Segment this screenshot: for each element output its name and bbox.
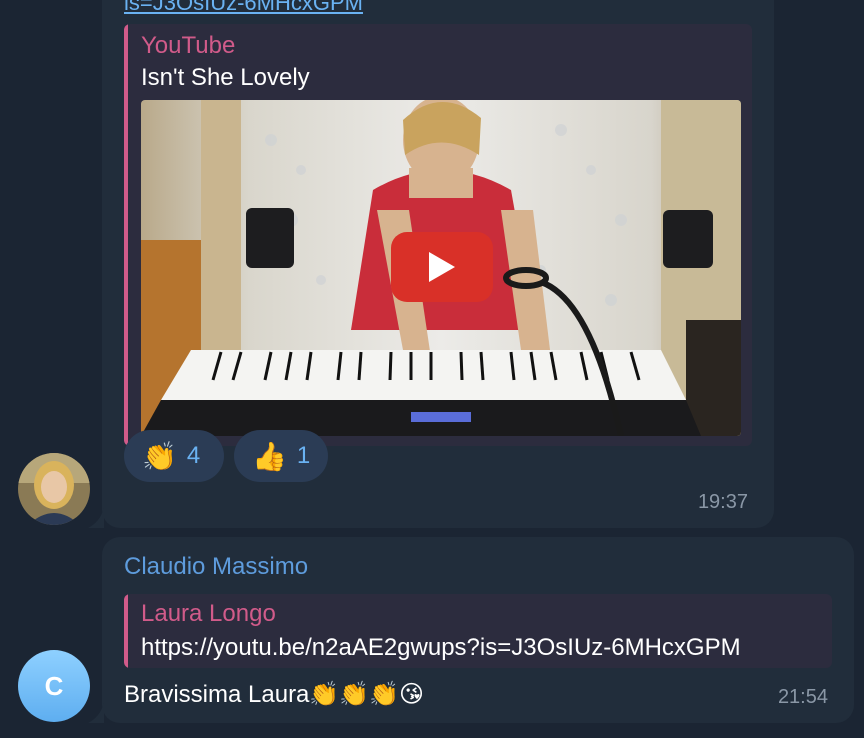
sender-name[interactable]: Claudio Massimo (124, 553, 308, 581)
avatar-initial: C (44, 670, 64, 701)
reaction-thumbs-up[interactable]: 👍 1 (234, 430, 328, 482)
bubble-tail (88, 508, 104, 528)
preview-site-name: YouTube (141, 32, 236, 59)
bubble-tail (88, 703, 104, 723)
message-time: 21:54 (777, 686, 828, 708)
message-bubble: Claudio Massimo Laura Longo https://yout… (88, 537, 854, 723)
message-time: 19:37 (697, 491, 748, 513)
avatar[interactable] (18, 453, 90, 525)
message-link[interactable]: is=J3OsIUz-6MHcxGPM (124, 0, 363, 16)
quote-accent-bar (124, 594, 128, 668)
reply-author: Laura Longo (141, 600, 276, 627)
message-text: Bravissima Laura👏👏👏😘 (124, 681, 425, 708)
clapping-hands-icon: 👏 (142, 440, 177, 472)
link-preview[interactable]: YouTube Isn't She Lovely (124, 24, 752, 446)
reply-quote[interactable]: Laura Longo https://youtu.be/n2aAE2gwups… (124, 594, 832, 668)
thumbs-up-icon: 👍 (252, 440, 287, 472)
video-thumbnail[interactable] (141, 100, 741, 436)
reaction-count: 4 (186, 442, 201, 469)
avatar[interactable]: C (18, 650, 90, 722)
message-bubble: is=J3OsIUz-6MHcxGPM YouTube Isn't She Lo… (88, 0, 774, 528)
preview-accent-bar (124, 24, 128, 446)
play-button[interactable] (391, 232, 493, 302)
avatar-photo (18, 453, 90, 525)
reply-text: https://youtu.be/n2aAE2gwups?is=J3OsIUz-… (141, 634, 741, 661)
reaction-count: 1 (296, 442, 311, 469)
preview-title: Isn't She Lovely (141, 64, 310, 91)
play-icon (429, 252, 455, 282)
reaction-clap[interactable]: 👏 4 (124, 430, 224, 482)
